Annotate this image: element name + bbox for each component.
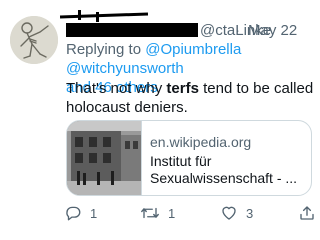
card-title: Institut für Sexualwissenschaft - ... <box>150 153 298 186</box>
redaction-scribble <box>78 10 81 20</box>
building-photo <box>67 121 141 195</box>
tweet-text: That's not why terfs tend to be called h… <box>66 79 316 117</box>
share-icon <box>300 206 314 220</box>
tweet-header: @ctaLinke · May 22 <box>59 10 316 40</box>
tweet[interactable]: @ctaLinke · May 22 Replying to @Opiumbre… <box>0 0 320 240</box>
retweet-count: 1 <box>168 205 176 221</box>
mention-witchyunsworth[interactable]: @witchyunsworth <box>66 60 184 77</box>
action-bar: 1 1 3 <box>64 202 320 224</box>
redaction-scribble <box>96 12 99 22</box>
redaction-scribble <box>59 12 149 19</box>
heart-icon <box>222 206 236 220</box>
reply-count: 1 <box>90 205 98 221</box>
share-button[interactable] <box>298 202 316 224</box>
like-count: 3 <box>246 205 254 221</box>
retweet-button[interactable]: 1 <box>140 202 175 224</box>
link-card[interactable]: en.wikipedia.org Institut für Sexualwiss… <box>66 120 312 196</box>
mention-opiumbrella[interactable]: @Opiumbrella <box>145 41 241 58</box>
avatar[interactable] <box>10 16 58 64</box>
header-separator: · <box>235 22 240 39</box>
like-button[interactable]: 3 <box>220 202 253 224</box>
skeleton-illustration <box>10 16 58 64</box>
reply-icon <box>66 206 81 221</box>
retweet-icon <box>141 207 159 219</box>
card-domain: en.wikipedia.org <box>150 134 252 150</box>
card-thumbnail <box>67 121 142 195</box>
tweet-date[interactable]: May 22 <box>248 22 297 40</box>
reply-button[interactable]: 1 <box>64 202 97 224</box>
replying-prefix: Replying to <box>66 41 146 58</box>
tweet-text-bold: terfs <box>166 80 199 97</box>
tweet-text-before: That's not why <box>66 80 167 97</box>
redaction-bar <box>66 23 198 37</box>
